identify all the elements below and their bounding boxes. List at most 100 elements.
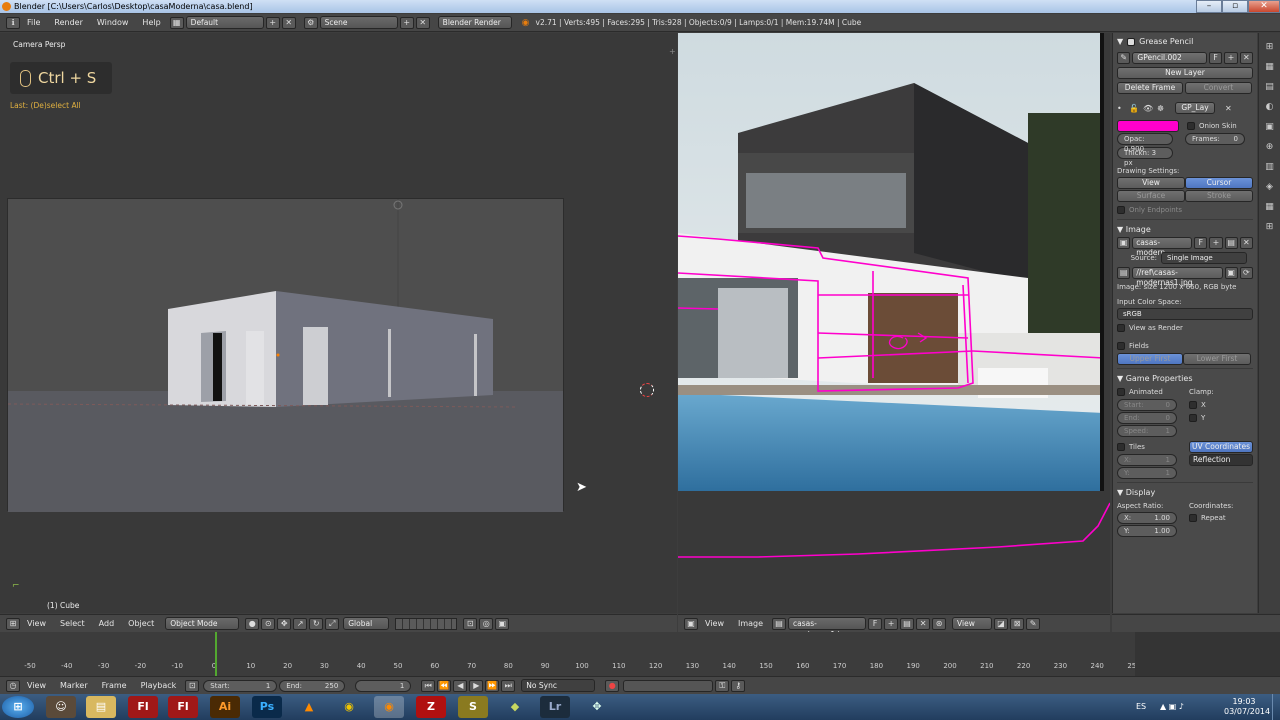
translate-icon[interactable]: ↗: [293, 617, 308, 630]
layout-remove-icon[interactable]: ✕: [281, 16, 296, 29]
timeline-menu-playback[interactable]: Playback: [134, 677, 184, 695]
app-icon[interactable]: ◆: [500, 696, 530, 718]
preview-range-icon[interactable]: ⊡: [185, 679, 200, 692]
gp-fake-user[interactable]: F: [1208, 52, 1223, 64]
scene-remove-icon[interactable]: ✕: [415, 16, 430, 29]
photoshop-icon[interactable]: Ps: [252, 696, 282, 718]
orientation-select[interactable]: Global: [343, 617, 390, 630]
current-frame-field[interactable]: 1: [355, 679, 412, 692]
layer-buttons[interactable]: [395, 617, 458, 630]
start-button-icon[interactable]: ⊞: [2, 696, 34, 718]
thickness-field[interactable]: Thickn: 3 px: [1117, 147, 1173, 167]
mode-select[interactable]: Object Mode: [165, 617, 240, 630]
menu-help[interactable]: Help: [135, 14, 167, 32]
image-view-select[interactable]: View: [952, 617, 993, 630]
pin-icon[interactable]: ⊛: [932, 617, 947, 630]
close-button[interactable]: ✕: [1248, 0, 1280, 13]
image-fake-user[interactable]: F: [1194, 237, 1208, 249]
filezilla-icon[interactable]: Z: [416, 696, 446, 718]
tool-icons[interactable]: ⊞ ▦ ▤ ◐ ▣ ⊕ ▥ ◈ ▦ ⊞: [1259, 37, 1280, 237]
surface-button[interactable]: Surface: [1117, 190, 1185, 202]
snap-icon[interactable]: ⊡: [463, 617, 478, 630]
opacity-slider[interactable]: Opac: 0.900: [1117, 133, 1173, 153]
image-menu-image[interactable]: Image: [731, 615, 770, 633]
scene-icon[interactable]: ⚙: [303, 16, 318, 29]
reference-image[interactable]: [678, 33, 1104, 491]
viewport-menu-object[interactable]: Object: [121, 615, 161, 633]
cursor-button[interactable]: Cursor: [1185, 177, 1253, 189]
play-icon[interactable]: ▶: [469, 679, 484, 692]
end-frame-field[interactable]: End: 250: [279, 679, 346, 692]
remove-layer-icon[interactable]: ✕: [1225, 104, 1232, 113]
show-desktop-button[interactable]: [1272, 694, 1280, 720]
jump-start-icon[interactable]: ⏮: [421, 679, 436, 692]
clock[interactable]: 19:03 03/07/2014: [1224, 697, 1270, 717]
viewport-menu-select[interactable]: Select: [53, 615, 92, 633]
color-space-select[interactable]: sRGB: [1117, 308, 1253, 320]
reflection-button[interactable]: Reflection: [1189, 454, 1253, 466]
scene-add-icon[interactable]: +: [399, 16, 414, 29]
image-header-name[interactable]: casas-modernas1.jpg: [788, 617, 867, 639]
manipulator-icon[interactable]: ✥: [277, 617, 292, 630]
tiles-x-field[interactable]: X: 1: [1117, 454, 1177, 466]
pivot-icon[interactable]: ⊙: [261, 617, 276, 630]
layout-select[interactable]: Default: [185, 16, 264, 29]
blender-taskbar-icon[interactable]: ◉: [374, 696, 404, 718]
start-frame-field[interactable]: Start: 1: [203, 679, 278, 692]
app-2-icon[interactable]: ✥: [582, 696, 612, 718]
channels-icon[interactable]: ◪: [994, 617, 1009, 630]
rotate-icon[interactable]: ↻: [309, 617, 324, 630]
render-icon[interactable]: ▣: [495, 617, 510, 630]
image-icon[interactable]: ▣: [1117, 237, 1131, 249]
next-key-icon[interactable]: ⏩: [485, 679, 500, 692]
pencil-icon[interactable]: ✎: [1117, 52, 1131, 64]
scale-icon[interactable]: ⤢: [325, 617, 340, 630]
flash-icon[interactable]: Fl: [128, 696, 158, 718]
tiles-y-field[interactable]: Y: 1: [1117, 467, 1177, 479]
timeline-menu-view[interactable]: View: [20, 677, 53, 695]
aspect-y-field[interactable]: Y: 1.00: [1117, 525, 1177, 537]
shading-icon[interactable]: ●: [245, 617, 260, 630]
grease-pencil-icon[interactable]: ✎: [1026, 617, 1041, 630]
scene-select[interactable]: Scene: [319, 16, 398, 29]
timeline[interactable]: -50 -40 -30 -20 -10 0 10 20 30 40 50 60 70 80 90 100 110…: [0, 632, 1280, 676]
delete-key-icon[interactable]: ⚷: [731, 679, 746, 692]
reload-icon[interactable]: ⟳: [1239, 267, 1254, 279]
language-indicator[interactable]: ES: [1136, 702, 1146, 711]
timeline-menu-marker[interactable]: Marker: [53, 677, 95, 695]
gp-add-icon[interactable]: +: [1224, 52, 1238, 64]
lock-icon[interactable]: 🔓: [1129, 104, 1143, 113]
pack-icon[interactable]: ▤: [1117, 267, 1131, 279]
active-layer-icon[interactable]: •: [1117, 104, 1129, 113]
image-add-icon[interactable]: +: [1209, 237, 1223, 249]
flash-2-icon[interactable]: Fl: [168, 696, 198, 718]
uv-icon[interactable]: ⊠: [1010, 617, 1025, 630]
grease-pencil-panel-header[interactable]: ▼ Grease Pencil: [1117, 35, 1253, 49]
viewport-menu-view[interactable]: View: [20, 615, 53, 633]
image-header-f[interactable]: F: [868, 617, 883, 630]
illustrator-icon[interactable]: Ai: [210, 696, 240, 718]
tray-icons[interactable]: ▲ ▣ ♪: [1160, 702, 1184, 711]
image-unlink-icon[interactable]: ✕: [1239, 237, 1253, 249]
timeline-menu-frame[interactable]: Frame: [95, 677, 134, 695]
anim-end-field[interactable]: End: 0: [1117, 412, 1177, 424]
layout-icon[interactable]: ▦: [169, 16, 184, 29]
image-editor[interactable]: [678, 33, 1110, 613]
image-panel-header[interactable]: ▼ Image: [1117, 223, 1253, 237]
render-engine-select[interactable]: Blender Render: [437, 16, 512, 29]
viewport-editor-type-icon[interactable]: ⊞: [6, 617, 20, 630]
view-button[interactable]: View: [1117, 177, 1185, 189]
viewport-menu-add[interactable]: Add: [92, 615, 122, 633]
frames-field[interactable]: Frames: 0: [1185, 133, 1245, 145]
house-model[interactable]: [8, 199, 565, 512]
3d-cursor-icon[interactable]: [640, 383, 654, 397]
display-panel-header[interactable]: ▼ Display: [1117, 486, 1253, 500]
layout-add-icon[interactable]: +: [265, 16, 280, 29]
explorer-icon[interactable]: ▤: [86, 696, 116, 718]
convert-button[interactable]: Convert: [1185, 82, 1252, 94]
anim-speed-field[interactable]: Speed: 1: [1117, 425, 1177, 437]
record-icon[interactable]: ●: [605, 679, 620, 692]
maximize-button[interactable]: ▫: [1222, 0, 1248, 13]
current-frame-marker[interactable]: [215, 632, 217, 676]
aspect-x-field[interactable]: X: 1.00: [1117, 512, 1177, 524]
